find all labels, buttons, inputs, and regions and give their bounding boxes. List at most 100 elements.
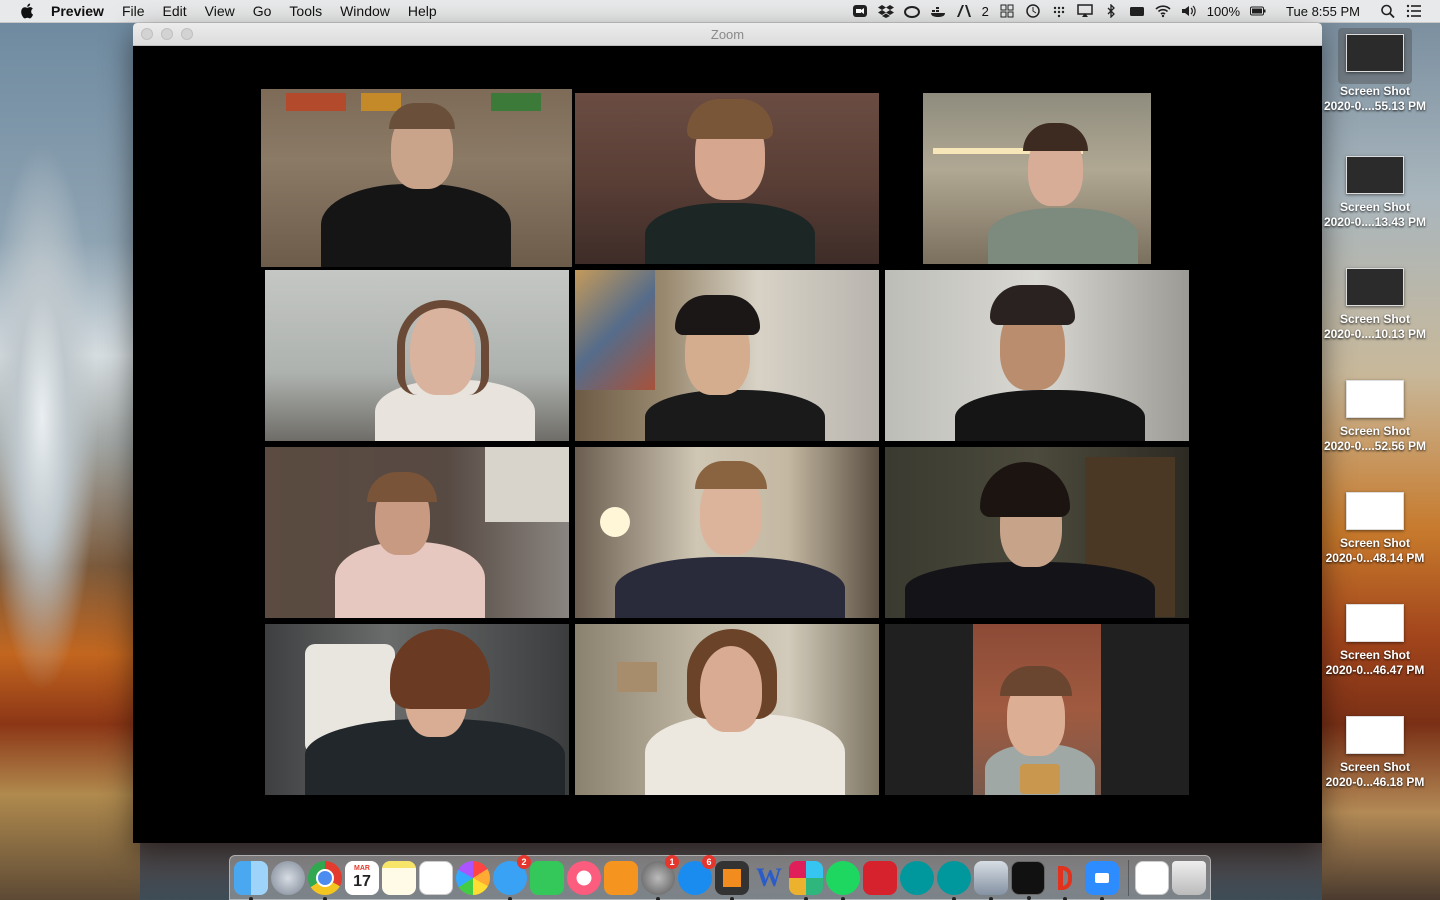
books-icon[interactable] [604, 860, 638, 895]
clock[interactable]: Tue 8:55 PM [1286, 4, 1360, 19]
desktop-file-screenshot-4[interactable]: Screen Shot 2020-0....52.56 PM [1322, 380, 1428, 454]
preview-icon[interactable] [974, 860, 1008, 900]
grid-app-icon[interactable] [999, 4, 1015, 18]
zoom-status-icon[interactable] [852, 4, 868, 18]
file-name-line1: Screen Shot [1339, 648, 1411, 662]
keyboard-icon[interactable] [1129, 4, 1145, 18]
calendar-icon[interactable]: MAR 17 [345, 860, 379, 895]
file-name-line2: 2020-0....55.13 PM [1323, 99, 1427, 113]
photos-icon[interactable] [456, 860, 490, 895]
menu-view[interactable]: View [205, 3, 235, 19]
window-title: Zoom [710, 27, 745, 42]
volume-icon[interactable] [1181, 4, 1197, 18]
app-store-icon[interactable]: 6 [678, 854, 716, 895]
video-tile-participant-12[interactable] [885, 624, 1189, 795]
creative-cloud-icon[interactable] [903, 4, 920, 18]
window-titlebar[interactable]: Zoom [133, 23, 1322, 46]
system-preferences-icon[interactable]: 1 [641, 854, 679, 900]
file-name-line2: 2020-0...46.47 PM [1325, 663, 1425, 677]
status-area: 2 100% Tue 8:55 PM [852, 0, 1422, 22]
wifi-icon[interactable] [1155, 4, 1171, 18]
menu-bar: Preview File Edit View Go Tools Window H… [0, 0, 1440, 23]
word-icon[interactable]: W [752, 861, 786, 895]
desktop-file-screenshot-5[interactable]: Screen Shot 2020-0...48.14 PM [1322, 492, 1428, 566]
notification-center-icon[interactable] [1406, 4, 1422, 18]
screenshot-thumbnail [1346, 716, 1404, 754]
spotlight-search-icon[interactable] [1380, 4, 1396, 18]
finder-icon[interactable] [234, 860, 268, 900]
desktop-file-screenshot-7[interactable]: Screen Shot 2020-0...46.18 PM [1322, 716, 1428, 790]
calendar-day: 17 [353, 873, 371, 890]
screenshot-thumbnail [1346, 492, 1404, 530]
desktop-wallpaper-left [0, 22, 140, 900]
apple-menu-icon[interactable] [20, 3, 34, 19]
menu-tools[interactable]: Tools [289, 3, 322, 19]
video-tile-participant-5[interactable] [575, 270, 879, 441]
docker-icon[interactable] [930, 4, 946, 18]
video-tile-participant-11[interactable] [575, 624, 879, 795]
slack-icon[interactable] [789, 860, 823, 900]
reminders-icon[interactable] [419, 860, 453, 895]
file-name-line1: Screen Shot [1339, 312, 1411, 326]
mendeley-icon[interactable] [863, 860, 897, 895]
menu-edit[interactable]: Edit [163, 3, 187, 19]
facetime-icon[interactable] [530, 860, 564, 895]
dock: MAR 17 2 1 6 W [229, 854, 1211, 900]
messages-badge: 2 [517, 854, 531, 869]
screenshot-thumbnail [1346, 156, 1404, 194]
file-name-line1: Screen Shot [1339, 536, 1411, 550]
itunes-icon[interactable] [567, 860, 601, 895]
chrome-icon[interactable] [308, 860, 342, 900]
powerpoint-icon[interactable] [1048, 861, 1082, 900]
notes-icon[interactable] [382, 860, 416, 895]
video-tile-participant-2[interactable] [575, 93, 879, 264]
documents-stack-icon[interactable] [1135, 860, 1169, 895]
file-name-line2: 2020-0....52.56 PM [1323, 439, 1427, 453]
video-tile-participant-6[interactable] [885, 270, 1189, 441]
arduino-icon-2[interactable] [937, 860, 971, 900]
airplay-icon[interactable] [1077, 4, 1093, 18]
dropbox-icon[interactable] [877, 4, 894, 18]
adobe-count: 2 [981, 3, 989, 19]
video-tile-participant-8[interactable] [575, 447, 879, 618]
spotify-icon[interactable] [826, 860, 860, 900]
menu-window[interactable]: Window [340, 3, 390, 19]
file-name-line2: 2020-0...46.18 PM [1325, 775, 1425, 789]
desktop-file-screenshot-3[interactable]: Screen Shot 2020-0....10.13 PM [1322, 268, 1428, 342]
terminal-icon[interactable] [1011, 860, 1045, 900]
app-name-menu[interactable]: Preview [51, 3, 104, 19]
menu-go[interactable]: Go [253, 3, 272, 19]
video-tile-participant-4[interactable] [265, 270, 569, 441]
screenshot-thumbnail [1346, 34, 1404, 72]
bluetooth-icon[interactable] [1103, 4, 1119, 18]
zoom-app-icon[interactable] [1085, 860, 1119, 900]
video-tile-participant-3[interactable] [923, 93, 1151, 264]
adobe-icon[interactable] [956, 4, 972, 18]
dots-grid-icon[interactable] [1051, 4, 1067, 18]
desktop-file-screenshot-6[interactable]: Screen Shot 2020-0...46.47 PM [1322, 604, 1428, 678]
file-name-line1: Screen Shot [1339, 200, 1411, 214]
launchpad-icon[interactable] [271, 860, 305, 895]
video-tile-participant-1[interactable] [261, 89, 572, 267]
zoom-window: Zoom [133, 23, 1322, 843]
file-name-line1: Screen Shot [1339, 424, 1411, 438]
video-tile-participant-10[interactable] [265, 624, 569, 795]
time-machine-icon[interactable] [1025, 4, 1041, 18]
trash-icon[interactable] [1172, 860, 1206, 895]
messages-icon[interactable]: 2 [493, 854, 531, 900]
video-tile-participant-9[interactable] [885, 447, 1189, 618]
menu-file[interactable]: File [122, 3, 145, 19]
desktop-file-screenshot-1[interactable]: Screen Shot 2020-0....55.13 PM [1322, 28, 1428, 114]
battery-percent: 100% [1206, 3, 1241, 19]
menu-help[interactable]: Help [408, 3, 437, 19]
file-name-line2: 2020-0....13.43 PM [1323, 215, 1427, 229]
arduino-icon[interactable] [900, 860, 934, 895]
desktop-file-screenshot-2[interactable]: Screen Shot 2020-0....13.43 PM [1322, 156, 1428, 230]
screenshot-thumbnail [1346, 604, 1404, 642]
file-name-line1: Screen Shot [1339, 760, 1411, 774]
calendar-month: MAR [354, 865, 370, 872]
video-tile-participant-7[interactable] [265, 447, 569, 618]
battery-icon[interactable] [1250, 4, 1266, 18]
file-name-line2: 2020-0...48.14 PM [1325, 551, 1425, 565]
sublime-text-icon[interactable] [715, 860, 749, 900]
